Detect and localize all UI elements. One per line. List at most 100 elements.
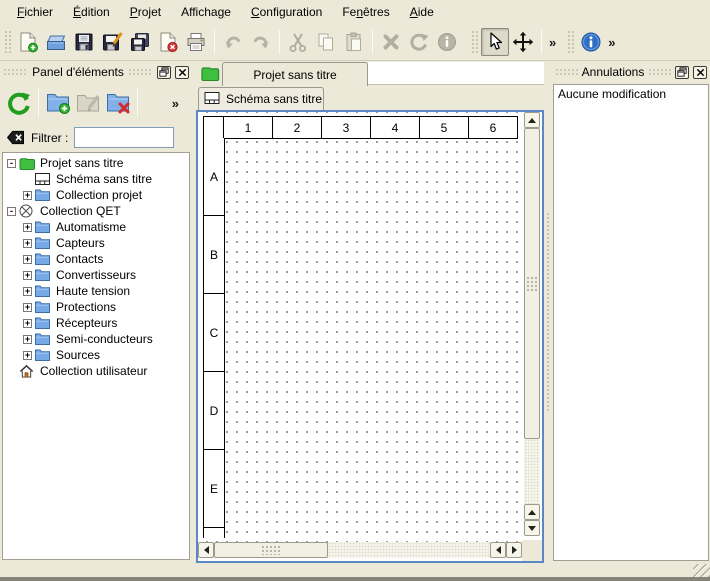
new-document-icon: [17, 31, 39, 53]
new-category-button[interactable]: [43, 88, 73, 118]
print-button[interactable]: [182, 28, 210, 56]
menu-configuration[interactable]: Configuration: [242, 2, 331, 22]
menu-aide[interactable]: Aide: [401, 2, 443, 22]
delete-button[interactable]: [377, 28, 405, 56]
tab-projet-sans-titre[interactable]: Projet sans titre: [222, 62, 368, 86]
delete-category-button[interactable]: [103, 88, 133, 118]
tree-item-automatisme[interactable]: + Automatisme: [3, 219, 189, 235]
diagram-canvas[interactable]: 1 2 3 4 5 6 A B C D E: [196, 110, 544, 563]
tree-item-schema-sans-titre[interactable]: Schéma sans titre: [3, 171, 189, 187]
tree-item-collection-utilisateur[interactable]: Collection utilisateur: [3, 363, 189, 379]
horizontal-scrollbar[interactable]: [198, 542, 522, 558]
cut-button[interactable]: [284, 28, 312, 56]
tree-item-collection-qet[interactable]: - Collection QET: [3, 203, 189, 219]
toolbar-separator: [38, 89, 39, 117]
tree-item-contacts[interactable]: + Contacts: [3, 251, 189, 267]
tree-item-protections[interactable]: + Protections: [3, 299, 189, 315]
expand-expander[interactable]: +: [23, 239, 32, 248]
expand-expander[interactable]: +: [23, 335, 32, 344]
tree-item-projet-sans-titre[interactable]: - Projet sans titre: [3, 155, 189, 171]
rotate-button[interactable]: [405, 28, 433, 56]
expand-expander[interactable]: +: [23, 191, 32, 200]
save-button[interactable]: [70, 28, 98, 56]
expand-expander[interactable]: +: [23, 351, 32, 360]
toolbar-overflow-button[interactable]: »: [546, 35, 559, 50]
restore-icon: [159, 67, 169, 77]
redo-icon: [250, 31, 272, 53]
column-header: 4: [370, 116, 420, 139]
info-button[interactable]: [577, 28, 605, 56]
float-panel-button[interactable]: [157, 66, 171, 79]
copy-button[interactable]: [312, 28, 340, 56]
close-document-button[interactable]: [154, 28, 182, 56]
save-as-button[interactable]: [98, 28, 126, 56]
folder-delete-icon: [105, 90, 131, 116]
edit-category-button[interactable]: [73, 88, 103, 118]
toolbar-drag-handle[interactable]: [567, 30, 575, 54]
tree-item-semi-conducteurs[interactable]: + Semi-conducteurs: [3, 331, 189, 347]
menu-edition[interactable]: Édition: [64, 2, 119, 22]
scroll-down-button[interactable]: [524, 520, 540, 536]
undo-panel-title: Annulations: [582, 65, 645, 79]
select-tool-button[interactable]: [481, 28, 509, 56]
tree-item-convertisseurs[interactable]: + Convertisseurs: [3, 267, 189, 283]
expand-expander[interactable]: +: [23, 287, 32, 296]
scroll-left-button[interactable]: [490, 542, 506, 558]
arrow-left-icon: [496, 546, 501, 554]
tree-item-collection-projet[interactable]: + Collection projet: [3, 187, 189, 203]
save-all-button[interactable]: [126, 28, 154, 56]
horizontal-scrollbar-track[interactable]: [328, 542, 490, 558]
move-tool-button[interactable]: [509, 28, 537, 56]
expand-expander[interactable]: +: [23, 223, 32, 232]
scroll-up-button[interactable]: [524, 504, 540, 520]
vertical-scrollbar-thumb[interactable]: [524, 128, 540, 439]
save-icon: [73, 31, 95, 53]
collapse-expander[interactable]: -: [7, 207, 16, 216]
tab-schema-sans-titre[interactable]: Schéma sans titre: [198, 87, 324, 110]
expand-expander[interactable]: +: [23, 255, 32, 264]
undo-button[interactable]: [219, 28, 247, 56]
home-icon: [19, 364, 35, 378]
collapse-expander[interactable]: -: [7, 159, 16, 168]
undo-list-item[interactable]: Aucune modification: [554, 85, 708, 102]
menu-affichage[interactable]: Affichage: [172, 2, 240, 22]
folder-blue-icon: [35, 252, 51, 266]
open-project-button[interactable]: [42, 28, 70, 56]
element-info-button[interactable]: [433, 28, 461, 56]
thumb-grip: [261, 545, 281, 555]
expand-expander[interactable]: +: [23, 319, 32, 328]
menu-fichier[interactable]: Fichier: [8, 2, 62, 22]
horizontal-scrollbar-thumb[interactable]: [214, 542, 328, 558]
cut-icon: [287, 31, 309, 53]
dock-splitter-right[interactable]: [544, 62, 552, 563]
redo-button[interactable]: [247, 28, 275, 56]
close-panel-button[interactable]: [175, 66, 189, 79]
reload-collections-button[interactable]: [4, 88, 34, 118]
menu-bar: Fichier Édition Projet Affichage Configu…: [0, 0, 710, 24]
scroll-up-button[interactable]: [524, 112, 540, 128]
menu-fenetres[interactable]: Fenêtres: [333, 2, 398, 22]
scroll-right-button[interactable]: [506, 542, 522, 558]
paste-button[interactable]: [340, 28, 368, 56]
tree-item-recepteurs[interactable]: + Récepteurs: [3, 315, 189, 331]
tree-item-capteurs[interactable]: + Capteurs: [3, 235, 189, 251]
filter-input[interactable]: [74, 127, 174, 148]
expand-expander[interactable]: +: [23, 271, 32, 280]
vertical-scrollbar[interactable]: [524, 112, 540, 536]
undo-panel-titlebar[interactable]: Annulations: [552, 62, 710, 82]
toolbar-overflow-button[interactable]: »: [605, 35, 618, 50]
menu-projet[interactable]: Projet: [121, 2, 170, 22]
close-panel-button[interactable]: [693, 66, 707, 79]
tree-item-sources[interactable]: + Sources: [3, 347, 189, 363]
clear-filter-icon[interactable]: [6, 129, 25, 146]
toolbar-drag-handle[interactable]: [471, 30, 479, 54]
toolbar-drag-handle[interactable]: [4, 30, 12, 54]
float-panel-button[interactable]: [675, 66, 689, 79]
panel-toolbar-overflow-button[interactable]: »: [169, 96, 182, 111]
elements-panel-titlebar[interactable]: Panel d'éléments: [0, 62, 192, 82]
new-document-button[interactable]: [14, 28, 42, 56]
expand-expander[interactable]: +: [23, 303, 32, 312]
tree-item-haute-tension[interactable]: + Haute tension: [3, 283, 189, 299]
scroll-left-button[interactable]: [198, 542, 214, 558]
vertical-scrollbar-track[interactable]: [524, 439, 540, 504]
